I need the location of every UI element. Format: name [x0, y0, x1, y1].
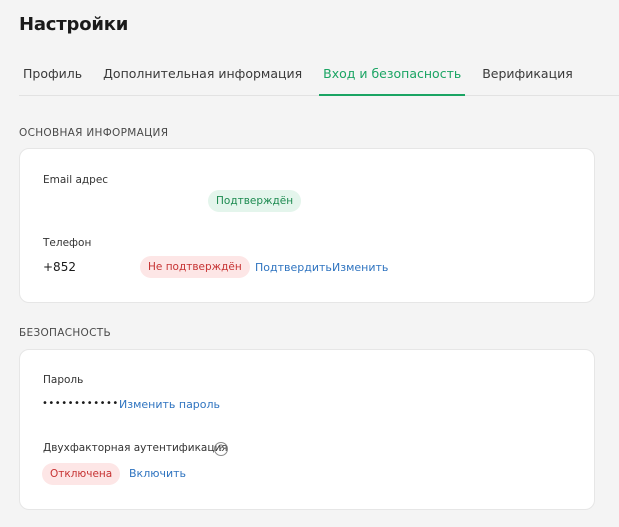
page-title: Настройки	[19, 14, 129, 35]
security-card: Пароль •••••••••••• Изменить пароль Двух…	[19, 349, 595, 510]
tabs-bar: Профиль Дополнительная информация Вход и…	[19, 56, 619, 96]
tab-verification[interactable]: Верификация	[482, 56, 573, 96]
email-status-badge: Подтверждён	[208, 190, 302, 212]
tab-additional-info[interactable]: Дополнительная информация	[103, 56, 302, 96]
password-label: Пароль	[43, 374, 84, 386]
phone-status-badge: Не подтверждён	[140, 256, 250, 278]
help-icon[interactable]: ?	[214, 442, 228, 456]
email-label: Email адрес	[43, 174, 109, 186]
two-factor-label: Двухфакторная аутентификация	[43, 442, 228, 454]
section-title-basic-info: ОСНОВНАЯ ИНФОРМАЦИЯ	[19, 127, 169, 139]
section-title-security: БЕЗОПАСНОСТЬ	[19, 327, 111, 339]
basic-info-card: Email адрес Подтверждён Телефон +852 Не …	[19, 148, 595, 303]
change-password-link[interactable]: Изменить пароль	[119, 398, 220, 411]
phone-value: +852	[43, 260, 76, 274]
phone-label: Телефон	[43, 237, 92, 249]
tab-profile[interactable]: Профиль	[23, 56, 82, 96]
confirm-phone-link[interactable]: Подтвердить	[255, 261, 332, 274]
enable-two-factor-link[interactable]: Включить	[129, 467, 186, 480]
password-value: ••••••••••••	[42, 398, 119, 409]
change-phone-link[interactable]: Изменить	[332, 261, 388, 274]
tab-login-security[interactable]: Вход и безопасность	[319, 56, 466, 96]
two-factor-status-badge: Отключена	[42, 463, 121, 485]
